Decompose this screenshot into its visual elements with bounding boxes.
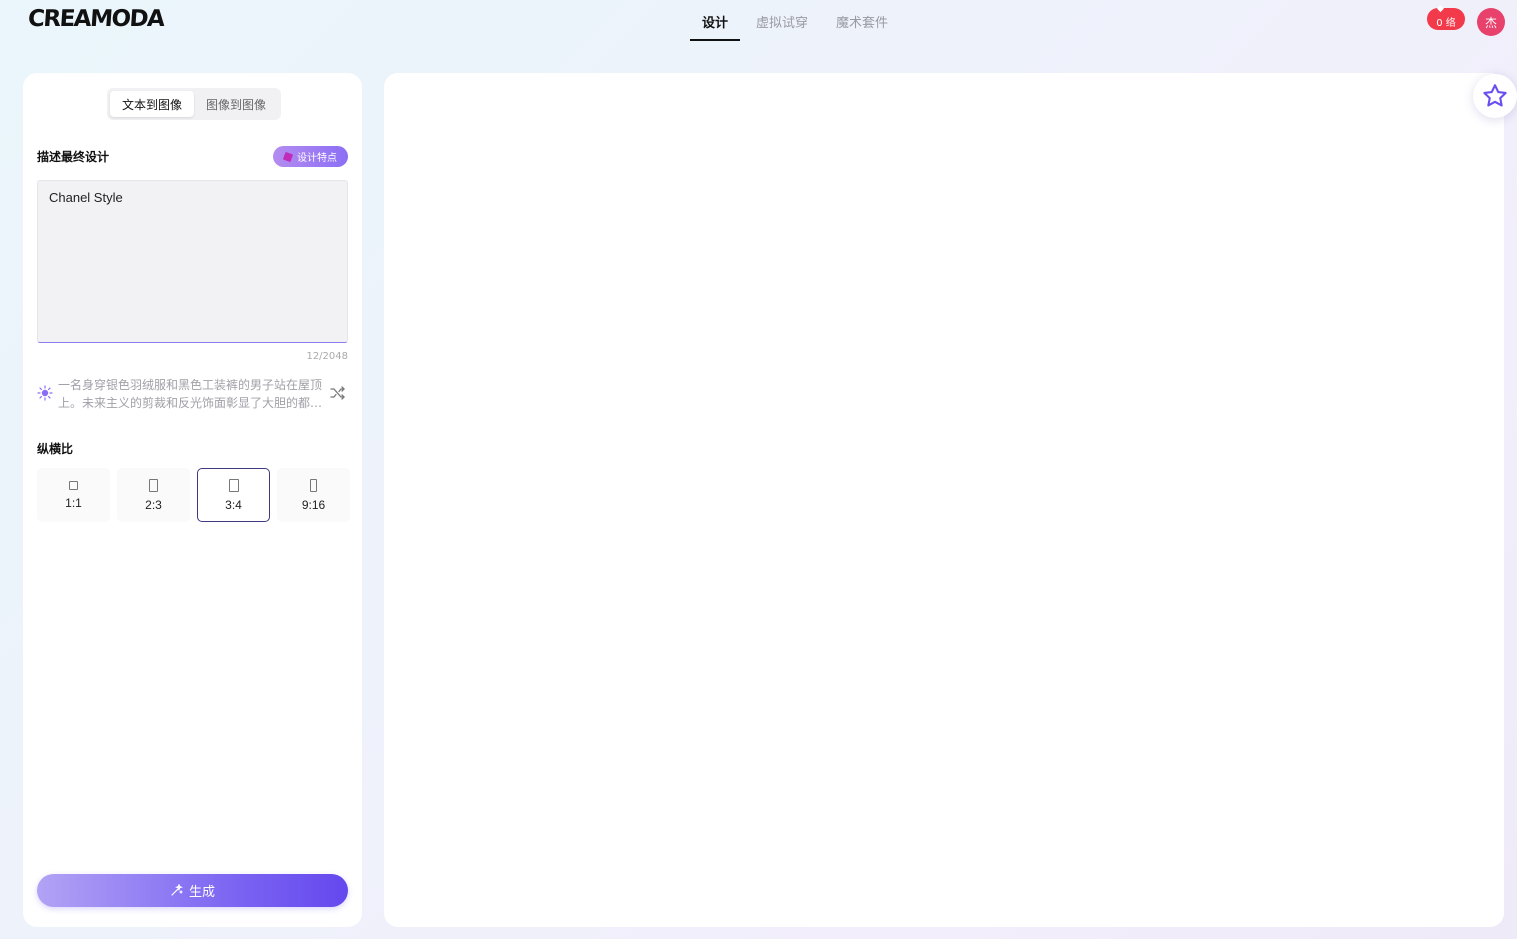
ratio-option-3-4[interactable]: 3:4	[197, 468, 270, 522]
ratio-label: 3:4	[225, 497, 242, 512]
ratio-option-2-3[interactable]: 2:3	[117, 468, 190, 522]
prompt-input[interactable]: Chanel Style	[37, 180, 348, 343]
cube-icon	[282, 151, 294, 162]
char-counter: 12/2048	[306, 351, 348, 362]
design-features-button[interactable]: 设计特点	[273, 146, 348, 167]
tab-image-to-image[interactable]: 图像到图像	[194, 91, 278, 117]
user-avatar[interactable]: 杰	[1477, 8, 1505, 36]
generate-label: 生成	[188, 885, 215, 900]
result-canvas	[384, 73, 1504, 927]
prompt-suggestion[interactable]: 一名身穿银色羽绒服和黑色工装裤的男子站在屋顶上。未来主义的剪裁和反光饰面彰显了大…	[37, 376, 348, 412]
credits-count: 0 络	[1436, 18, 1456, 29]
nav-tab-magic-kit[interactable]: 魔术套件	[822, 0, 902, 40]
gem-icon: ◆	[1437, 4, 1444, 14]
nav-tab-virtual-try-on[interactable]: 虚拟试穿	[742, 0, 822, 40]
suggestion-text: 一名身穿银色羽绒服和黑色工装裤的男子站在屋顶上。未来主义的剪裁和反光饰面彰显了大…	[58, 378, 323, 410]
ratio-label: 1:1	[65, 495, 82, 510]
generate-button[interactable]: 生成	[37, 874, 348, 907]
tall-shape-icon	[310, 478, 317, 492]
portrait-shape-icon	[228, 478, 239, 492]
top-bar: CREAMODA 设计 虚拟试穿 魔术套件 ◆ 0 络 杰	[0, 0, 1517, 60]
design-features-label: 设计特点	[297, 153, 337, 164]
ratio-option-1-1[interactable]: 1:1	[37, 468, 110, 522]
lightbulb-icon	[37, 385, 53, 401]
main-nav: 设计 虚拟试穿 魔术套件	[688, 0, 902, 41]
portrait-shape-icon	[149, 478, 158, 492]
mode-tabs: 文本到图像 图像到图像	[107, 88, 281, 120]
star-icon	[1483, 84, 1507, 107]
tab-text-to-image[interactable]: 文本到图像	[110, 91, 194, 117]
ratio-label: 9:16	[301, 497, 326, 512]
square-shape-icon	[69, 480, 78, 490]
shuffle-icon[interactable]	[330, 386, 346, 400]
aspect-ratio-group: 1:1 2:3 3:4 9:16	[37, 468, 350, 522]
ratio-option-9-16[interactable]: 9:16	[277, 468, 350, 522]
generation-panel: 文本到图像 图像到图像 描述最终设计 设计特点 Chanel Style 12/…	[23, 73, 362, 927]
ratio-label: 2:3	[145, 497, 162, 512]
nav-tab-design[interactable]: 设计	[688, 0, 742, 41]
aspect-ratio-label: 纵横比	[37, 442, 74, 456]
sparkle-icon	[171, 884, 183, 896]
credits-badge[interactable]: ◆ 0 络	[1427, 4, 1465, 30]
prompt-label: 描述最终设计	[37, 150, 110, 164]
favorites-button[interactable]	[1473, 74, 1517, 118]
brand-logo[interactable]: CREAMODA	[27, 6, 164, 32]
